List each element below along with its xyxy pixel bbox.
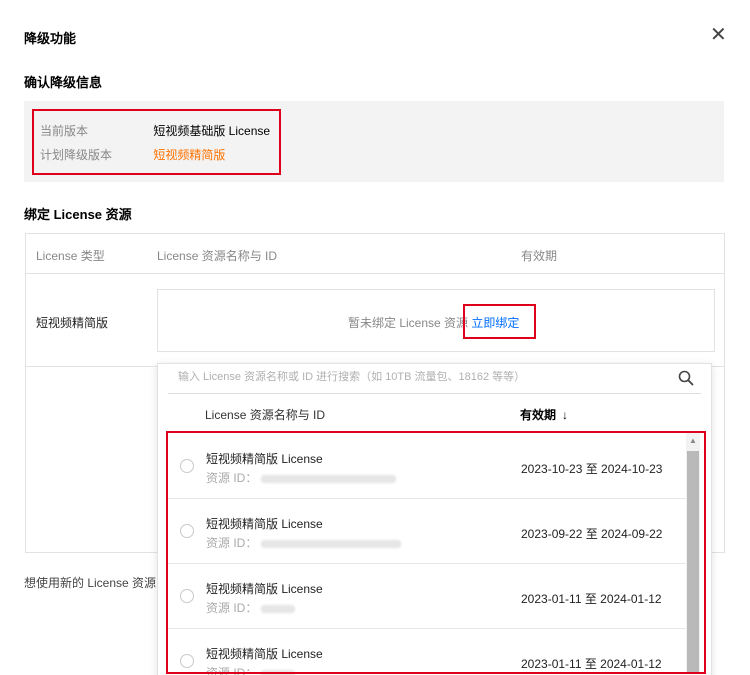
radio-button[interactable] (180, 524, 194, 538)
validity-period: 2023-01-11 至 2024-01-12 (521, 657, 662, 671)
unbound-message: 暂未绑定 License 资源 立即绑定 (348, 314, 519, 331)
redacted-id (261, 669, 296, 675)
search-bar (168, 364, 701, 394)
scrollbar-thumb[interactable] (687, 451, 699, 673)
sort-down-icon[interactable]: ↓ (562, 408, 568, 422)
resource-id: 资源 ID： (206, 599, 296, 616)
radio-button[interactable] (180, 654, 194, 668)
scroll-up-icon[interactable]: ▲ (686, 433, 700, 449)
new-license-hint: 想使用新的 License 资源 (24, 576, 157, 590)
license-name: 短视频精简版 License (206, 452, 323, 466)
license-select-box[interactable]: 暂未绑定 License 资源 立即绑定 (157, 289, 715, 352)
resource-id: 资源 ID： (206, 534, 402, 551)
downgrade-info-box (24, 101, 724, 182)
table-row: 短视频精简版 暂未绑定 License 资源 立即绑定 (26, 274, 724, 367)
resource-id-label: 资源 ID： (206, 666, 258, 675)
resource-id: 资源 ID： (206, 469, 397, 486)
license-name: 短视频精简版 License (206, 582, 323, 596)
dropdown-column-validity[interactable]: 有效期 ↓ (520, 406, 568, 423)
resource-id-label: 资源 ID： (206, 601, 258, 615)
close-icon[interactable]: ✕ (710, 25, 728, 45)
radio-button[interactable] (180, 459, 194, 473)
list-item[interactable]: 短视频精简版 License 资源 ID： 2023-01-11 至 2024-… (168, 564, 696, 629)
resource-id-label: 资源 ID： (206, 536, 258, 550)
list-item[interactable]: 短视频精简版 License 资源 ID： 2023-09-22 至 2024-… (168, 499, 696, 564)
bind-now-link[interactable]: 立即绑定 (471, 316, 519, 330)
column-header-validity: 有效期 (521, 249, 558, 263)
dropdown-header: License 资源名称与 ID 有效期 ↓ (158, 394, 711, 432)
validity-period: 2023-10-23 至 2024-10-23 (521, 462, 663, 476)
list-item[interactable]: 短视频精简版 License 资源 ID： 2023-01-11 至 2024-… (168, 629, 696, 675)
column-header-type: License 类型 (36, 249, 105, 263)
search-input[interactable] (178, 371, 658, 383)
binding-section-title: 绑定 License 资源 (24, 207, 132, 222)
table-header: License 类型 License 资源名称与 ID 有效期 (26, 234, 724, 274)
search-icon[interactable] (678, 370, 694, 386)
planned-version-value: 短视频精简版 (153, 148, 226, 162)
current-version-row: 当前版本 短视频基础版 License (40, 122, 270, 139)
license-dropdown: License 资源名称与 ID 有效期 ↓ 短视频精简版 License 资源 … (157, 363, 712, 675)
validity-sort-label: 有效期 (520, 408, 557, 422)
license-name: 短视频精简版 License (206, 517, 323, 531)
planned-version-row: 计划降级版本 短视频精简版 (40, 146, 225, 163)
validity-period: 2023-01-11 至 2024-01-12 (521, 592, 662, 606)
license-type-cell: 短视频精简版 (36, 316, 109, 330)
unbound-text: 暂未绑定 License 资源 (348, 316, 469, 330)
dropdown-column-name: License 资源名称与 ID (205, 408, 326, 422)
validity-period: 2023-09-22 至 2024-09-22 (521, 527, 663, 541)
current-version-value: 短视频基础版 License (153, 124, 271, 138)
redacted-id (261, 604, 296, 613)
dialog-title: 降级功能 (24, 31, 77, 46)
list-item[interactable]: 短视频精简版 License 资源 ID： 2023-10-23 至 2024-… (168, 434, 696, 499)
current-version-label: 当前版本 (40, 124, 89, 138)
confirm-section-title: 确认降级信息 (24, 75, 103, 90)
license-list: 短视频精简版 License 资源 ID： 2023-10-23 至 2024-… (168, 434, 696, 675)
resource-id-label: 资源 ID： (206, 471, 258, 485)
redacted-id (261, 474, 397, 483)
redacted-id (261, 539, 402, 548)
resource-id: 资源 ID： (206, 664, 296, 675)
radio-button[interactable] (180, 589, 194, 603)
planned-version-label: 计划降级版本 (40, 148, 113, 162)
scrollbar[interactable]: ▲ (686, 433, 700, 673)
column-header-name: License 资源名称与 ID (157, 249, 278, 263)
license-name: 短视频精简版 License (206, 647, 323, 661)
